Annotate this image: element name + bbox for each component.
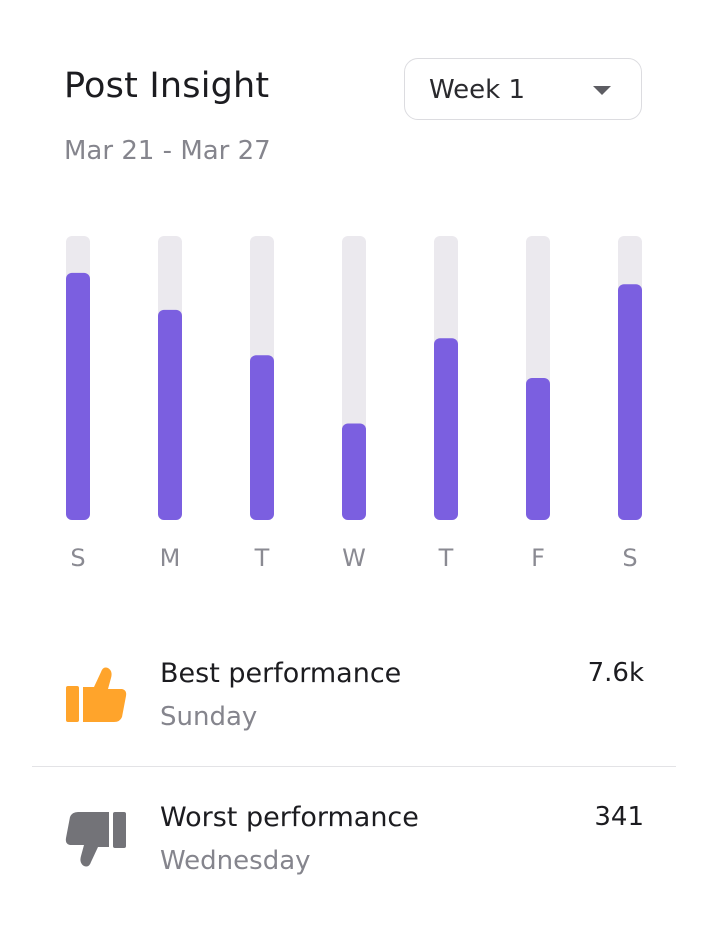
divider (32, 766, 676, 767)
worst-performance-row: Worst performance Wednesday 341 (0, 802, 708, 912)
best-performance-value: 7.6k (587, 658, 644, 688)
x-tick-label: S (70, 544, 85, 572)
thumbs-down-icon (65, 812, 126, 867)
worst-performance-value: 341 (594, 802, 644, 832)
bar-5[interactable] (526, 378, 550, 520)
bar-6[interactable] (618, 284, 642, 520)
post-insight-card: Post Insight Mar 21 - Mar 27 Week 1 SMTW… (0, 0, 708, 944)
bar-2[interactable] (250, 355, 274, 520)
x-tick-label: W (342, 544, 366, 572)
worst-performance-day: Wednesday (160, 846, 311, 876)
bar-0[interactable] (66, 272, 90, 520)
x-tick-label: T (254, 544, 270, 572)
best-performance-day: Sunday (160, 702, 258, 732)
bar-3[interactable] (342, 423, 366, 520)
best-performance-label: Best performance (160, 658, 402, 689)
best-performance-row: Best performance Sunday 7.6k (0, 658, 708, 768)
x-tick-label: T (438, 544, 454, 572)
worst-performance-label: Worst performance (160, 802, 419, 833)
bar-4[interactable] (434, 338, 458, 520)
bar-1[interactable] (158, 309, 182, 520)
bar-chart: SMTWTFS (0, 0, 708, 600)
bar-chart-svg: SMTWTFS (66, 236, 642, 572)
x-tick-label: F (531, 544, 545, 572)
thumbs-up-icon (66, 667, 127, 722)
x-tick-label: S (622, 544, 637, 572)
x-tick-label: M (160, 544, 181, 572)
